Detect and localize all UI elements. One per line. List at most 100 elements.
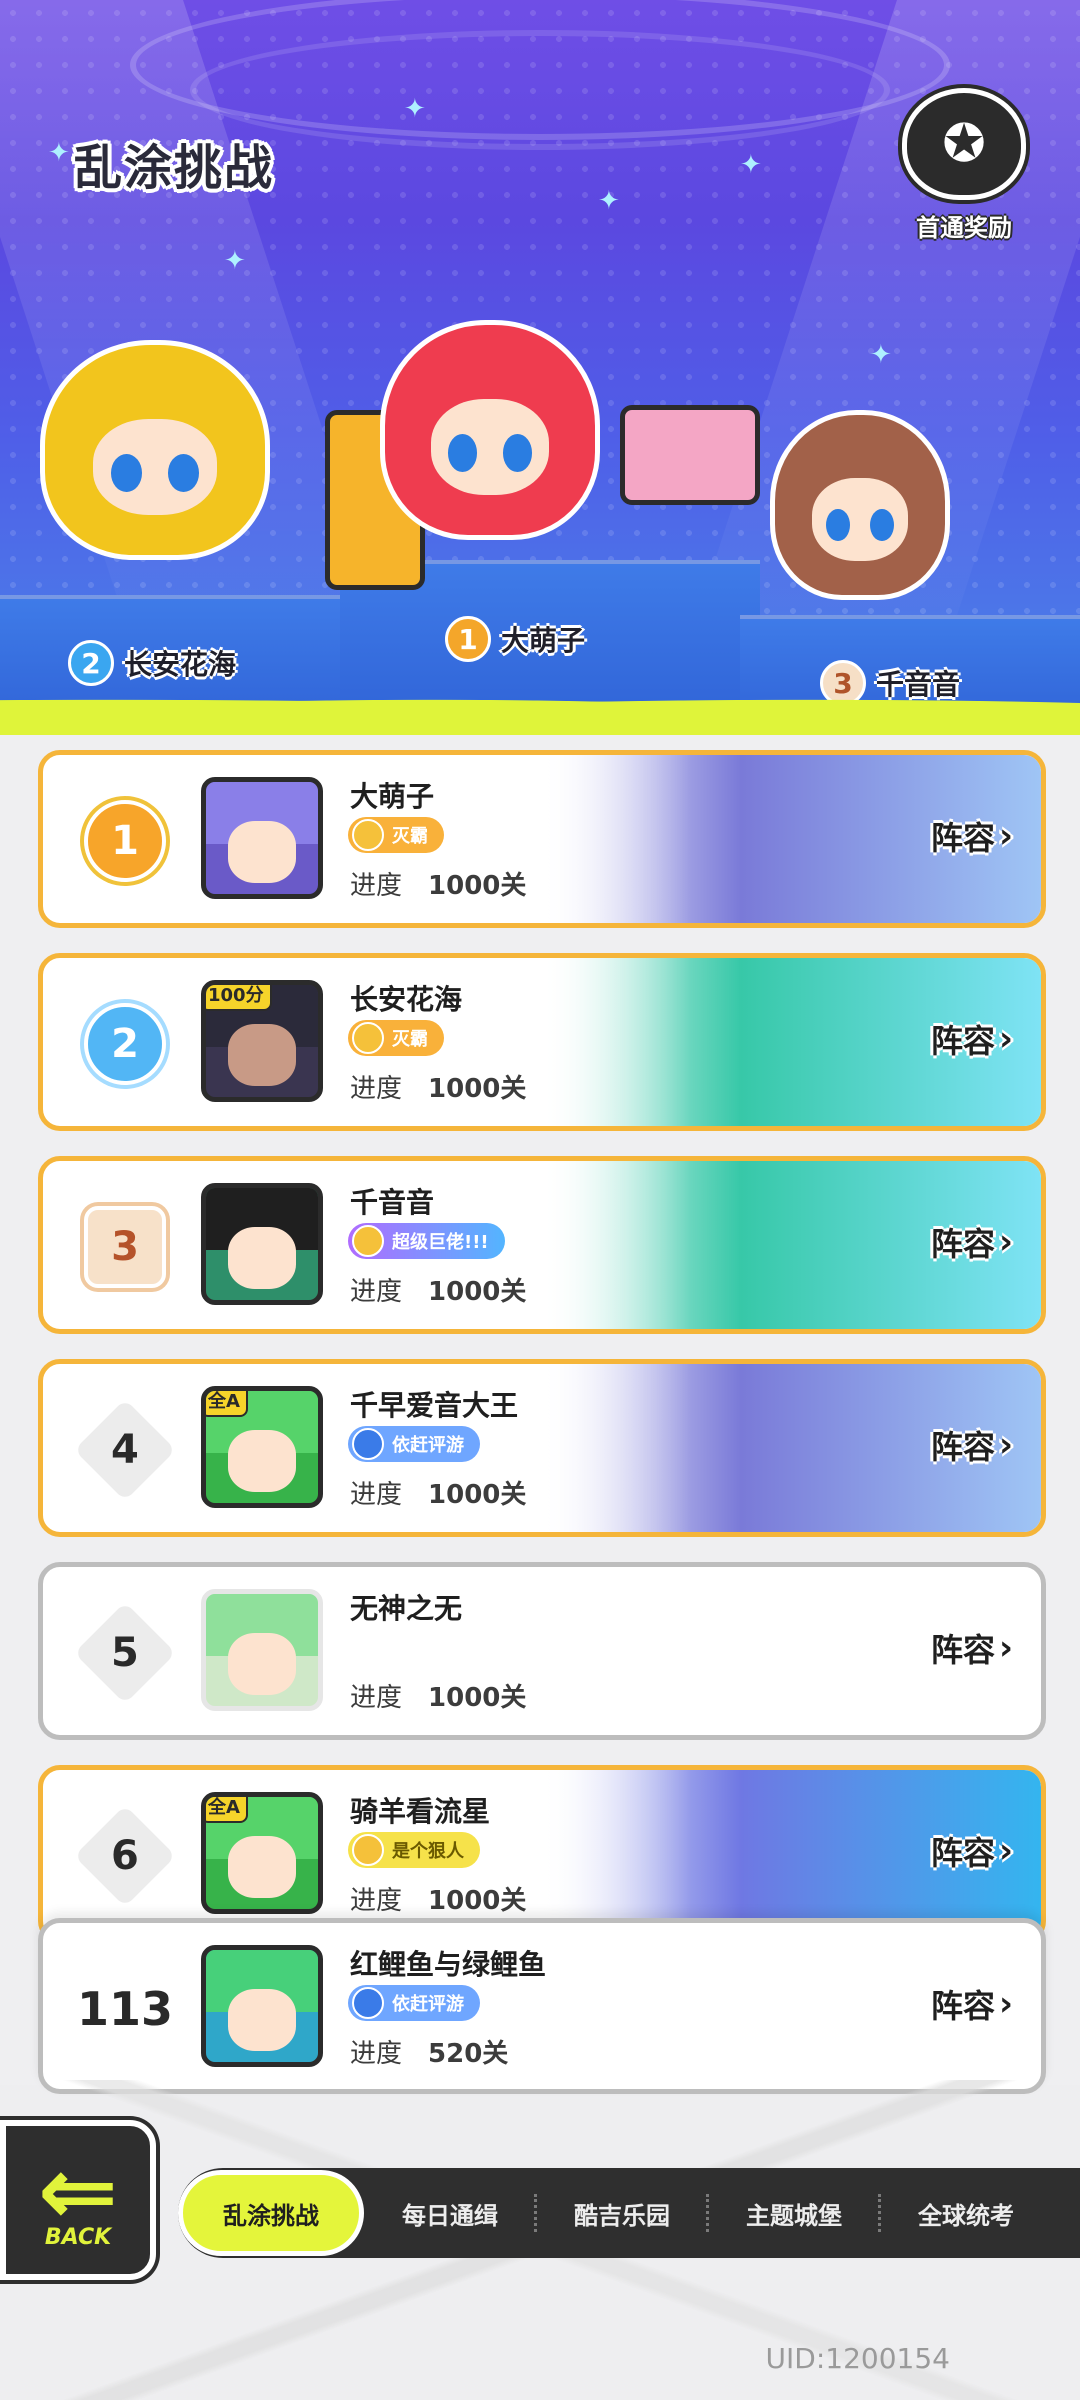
cloud-icon (352, 1022, 384, 1054)
page-title: 乱涂挑战 (74, 140, 275, 196)
back-label: BACK (44, 2224, 112, 2250)
chevron-right-icon: › (998, 1628, 1013, 1668)
my-rank-row[interactable]: 113 红鲤鱼与绿鲤鱼 依赶评游 进度 520关 阵容 › (38, 1918, 1046, 2094)
chevron-right-icon: › (998, 816, 1013, 856)
progress: 进度 520关 (350, 2033, 508, 2070)
progress-value: 1000关 (428, 1480, 527, 1510)
rank-diamond-shape: 4 (74, 1399, 176, 1501)
silver-medal-icon: 2 (84, 1003, 166, 1085)
lineup-button[interactable]: 阵容 › (931, 1016, 1013, 1062)
character-eye (502, 434, 532, 472)
title-badge: 是个狠人 (348, 1832, 480, 1868)
progress-value: 1000关 (428, 1074, 527, 1104)
arrow-left-icon: ⇐ (37, 2134, 119, 2247)
rank-number: 5 (111, 1630, 139, 1676)
rank-diamond-shape: 6 (74, 1805, 176, 1907)
title-badge-label: 灭霸 (392, 1029, 428, 1050)
avatar-tag: 全A (206, 1391, 248, 1417)
podium-stage: ✦ ✦ ✦ ✦ ✦ ✦ 乱涂挑战 ✪ 首通奖励 2 长安花海 1 大萌子 3 千… (0, 0, 1080, 735)
podium-player-name: 大萌子 (501, 624, 586, 657)
rank-medal: 3 (65, 1199, 185, 1295)
progress-label: 进度 (350, 871, 403, 901)
back-button[interactable]: ⇐ BACK (0, 2120, 156, 2280)
tab-daily-wanted[interactable]: 每日通缉 (364, 2168, 536, 2258)
player-name: 红鲤鱼与绿鲤鱼 (350, 1948, 547, 1981)
character-eye (826, 508, 850, 541)
title-badge: 灭霸 (348, 1020, 444, 1056)
progress-label: 进度 (350, 1683, 403, 1713)
lineup-button[interactable]: 阵容 › (931, 1625, 1013, 1671)
paint-gun-prop (620, 405, 760, 505)
progress-value: 1000关 (428, 1683, 527, 1713)
leaderboard-row[interactable]: 3 千音音 超级巨佬!!! 进度 1000关 阵容 › (38, 1156, 1046, 1334)
title-badge: 依赶评游 (348, 1985, 480, 2021)
tab-doodle-challenge[interactable]: 乱涂挑战 (178, 2170, 364, 2256)
sparkle-icon: ✦ (870, 340, 892, 370)
podium-character-3 (770, 410, 950, 600)
avatar-face (228, 1024, 296, 1086)
sparkle-icon: ✦ (404, 94, 426, 124)
avatar[interactable] (201, 1589, 323, 1711)
avatar[interactable]: 全A (201, 1792, 323, 1914)
avatar[interactable] (201, 1183, 323, 1305)
avatar-face (228, 1989, 296, 2051)
bronze-medal-icon: 3 (84, 1206, 166, 1288)
avatar[interactable]: 100分 (201, 980, 323, 1102)
lineup-button[interactable]: 阵容 › (931, 1422, 1013, 1468)
sparkle-icon: ✦ (224, 246, 246, 276)
chevron-right-icon: › (998, 1019, 1013, 1059)
rank-number: 113 (76, 1982, 174, 2036)
tab-kuji-park[interactable]: 酷吉乐园 (534, 2168, 708, 2258)
leaderboard-row[interactable]: 2 100分 长安花海 灭霸 进度 1000关 阵容 › (38, 953, 1046, 1131)
rank-badge: 1 (445, 616, 491, 662)
avatar-tag: 100分 (206, 985, 272, 1011)
tab-theme-castle[interactable]: 主题城堡 (706, 2168, 880, 2258)
progress-label: 进度 (350, 1277, 403, 1307)
first-clear-reward-button[interactable]: ✪ 首通奖励 (896, 88, 1032, 242)
player-name: 大萌子 (350, 780, 435, 813)
cloud-icon (352, 819, 384, 851)
lineup-button[interactable]: 阵容 › (931, 1219, 1013, 1265)
stage-light-ring (190, 30, 890, 150)
avatar[interactable]: 全A (201, 1386, 323, 1508)
avatar[interactable] (201, 1945, 323, 2067)
lineup-button[interactable]: 阵容 › (931, 813, 1013, 859)
player-name: 千早爱音大王 (350, 1389, 519, 1422)
podium-character-2 (40, 340, 270, 560)
progress: 进度 1000关 (350, 1474, 526, 1511)
rank-medal: 2 (65, 996, 185, 1092)
title-badge-label: 是个狠人 (392, 1841, 464, 1862)
leaderboard-row[interactable]: 5 无神之无 进度 1000关 阵容 › (38, 1562, 1046, 1740)
rank-number: 4 (111, 1427, 139, 1473)
avatar-tag: 全A (206, 1797, 248, 1823)
progress: 进度 1000关 (350, 1271, 526, 1308)
sparkle-icon: ✦ (48, 138, 70, 168)
leaderboard-row[interactable]: 6 全A 骑羊看流星 是个狠人 进度 1000关 阵容 › (38, 1765, 1046, 1943)
chevron-right-icon: › (998, 1831, 1013, 1871)
lineup-label: 阵容 (930, 1834, 995, 1872)
player-name: 骑羊看流星 (350, 1795, 491, 1828)
title-badge-label: 超级巨佬!!! (392, 1232, 489, 1253)
lineup-label: 阵容 (930, 1987, 995, 2025)
leaderboard-list[interactable]: 1 大萌子 灭霸 进度 1000关 阵容 › 2 100分 长安花海 灭霸 进度… (0, 735, 1080, 2094)
lineup-label: 阵容 (930, 1428, 995, 1466)
title-badge-label: 依赶评游 (392, 1435, 464, 1456)
rank-diamond-shape: 5 (74, 1602, 176, 1704)
lineup-button[interactable]: 阵容 › (931, 1981, 1013, 2027)
rank-diamond: 5 (65, 1602, 185, 1704)
tab-global-exam[interactable]: 全球统考 (878, 2168, 1052, 2258)
character-eye (111, 454, 142, 492)
cloud-icon (352, 1834, 384, 1866)
lineup-label: 阵容 (930, 819, 995, 857)
leaderboard-row[interactable]: 1 大萌子 灭霸 进度 1000关 阵容 › (38, 750, 1046, 928)
avatar[interactable] (201, 777, 323, 899)
character-eye (168, 454, 199, 492)
title-badge: 超级巨佬!!! (348, 1223, 505, 1259)
leaderboard-row[interactable]: 4 全A 千早爱音大王 依赶评游 进度 1000关 阵容 › (38, 1359, 1046, 1537)
reward-medal-icon: ✪ (902, 88, 1026, 200)
lineup-label: 阵容 (930, 1631, 995, 1669)
lineup-button[interactable]: 阵容 › (931, 1828, 1013, 1874)
podium-tag-2: 2 长安花海 (68, 640, 236, 686)
rank-medal: 1 (65, 793, 185, 889)
sparkle-icon: ✦ (598, 186, 620, 216)
